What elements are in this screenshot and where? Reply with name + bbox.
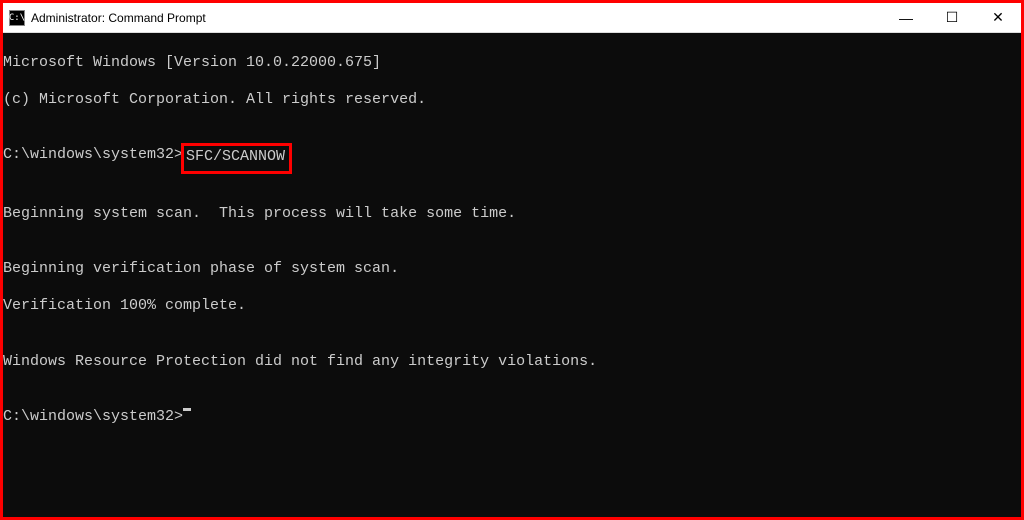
prompt-line-1: C:\windows\system32>SFC/SCANNOW [3,146,1021,168]
cursor [183,408,191,411]
window-controls: — ☐ ✕ [883,3,1021,32]
output-line-version: Microsoft Windows [Version 10.0.22000.67… [3,54,1021,73]
output-line-complete: Verification 100% complete. [3,297,1021,316]
prompt-prefix: C:\windows\system32> [3,146,183,165]
prompt-prefix: C:\windows\system32> [3,408,183,427]
command-prompt-window: C:\ Administrator: Command Prompt — ☐ ✕ … [3,3,1021,517]
maximize-button[interactable]: ☐ [929,3,975,32]
window-title: Administrator: Command Prompt [31,11,883,25]
output-line-copyright: (c) Microsoft Corporation. All rights re… [3,91,1021,110]
minimize-button[interactable]: — [883,3,929,32]
output-line-verif: Beginning verification phase of system s… [3,260,1021,279]
cmd-icon: C:\ [9,10,25,26]
close-button[interactable]: ✕ [975,3,1021,32]
output-line-scan: Beginning system scan. This process will… [3,205,1021,224]
output-line-result: Windows Resource Protection did not find… [3,353,1021,372]
command-text: SFC/SCANNOW [186,148,285,165]
titlebar[interactable]: C:\ Administrator: Command Prompt — ☐ ✕ [3,3,1021,33]
prompt-line-2: C:\windows\system32> [3,408,1021,427]
command-highlight: SFC/SCANNOW [181,143,292,174]
terminal-area[interactable]: Microsoft Windows [Version 10.0.22000.67… [3,33,1021,517]
